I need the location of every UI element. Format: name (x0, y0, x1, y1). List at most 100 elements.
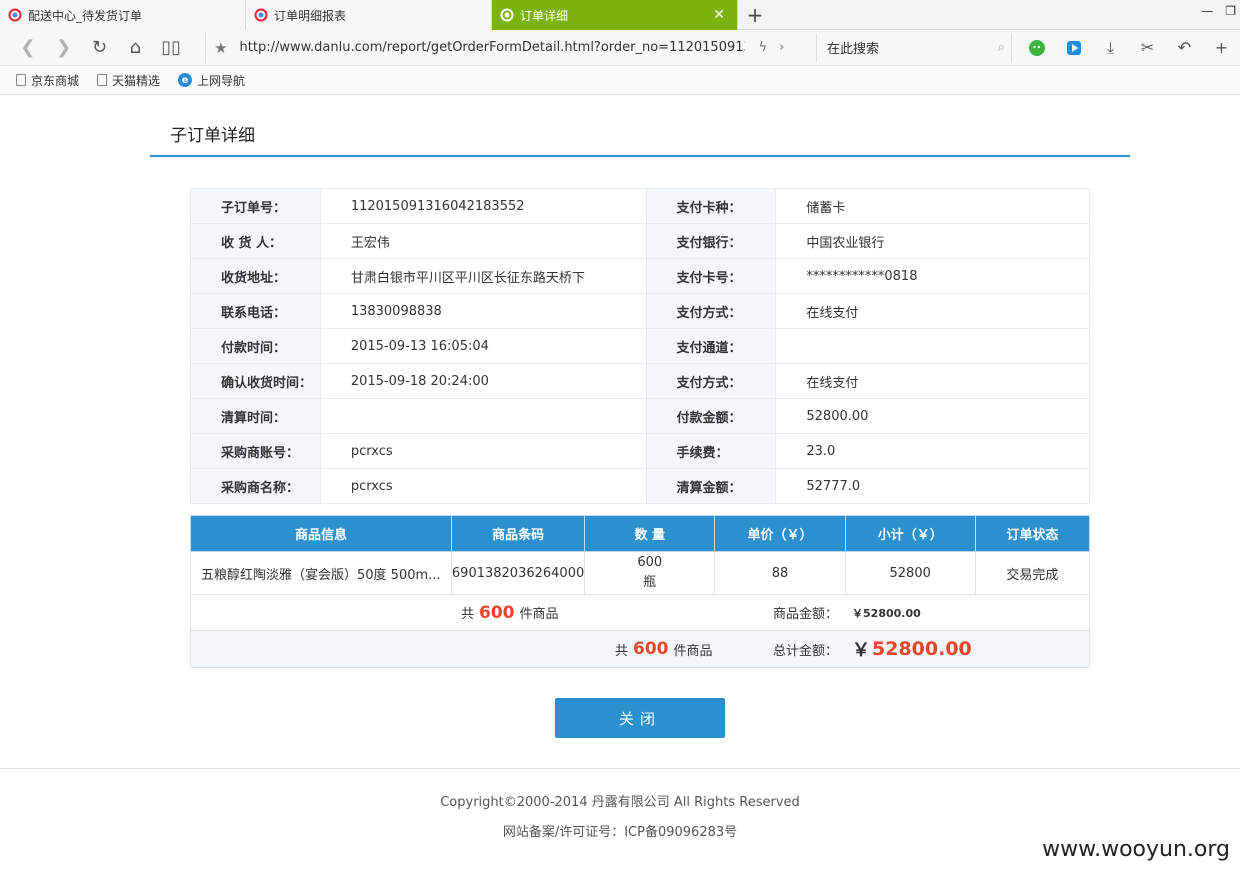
back-icon[interactable]: ❮ (10, 33, 46, 63)
info-label: 清算金额： (645, 468, 777, 504)
tab-pending-orders[interactable]: 配送中心_待发货订单 (0, 0, 246, 30)
watermark: www.wooyun.org (1042, 837, 1230, 862)
col-header-qty: 数 量 (584, 515, 716, 552)
bookmark-tmall[interactable]: 天猫精选 (97, 72, 160, 89)
info-value: 在线支付 (775, 363, 1090, 399)
ie-icon: e (178, 73, 193, 87)
site-logo-icon (8, 8, 22, 22)
col-header-barcode: 商品条码 (450, 515, 586, 552)
col-header-info: 商品信息 (190, 515, 452, 552)
info-label: 确认收货时间： (190, 363, 321, 399)
table-row: 收货地址： 甘肃白银市平川区平川区长征东路天桥下 支付卡号： ************… (190, 258, 1090, 294)
info-label: 支付通道： (645, 328, 777, 364)
reader-icon[interactable]: ▯▯ (153, 33, 189, 63)
info-value: 王宏伟 (319, 223, 647, 259)
tab-order-detail[interactable]: 订单详细 ✕ (492, 0, 738, 30)
reload-icon[interactable]: ↻ (82, 33, 118, 63)
info-value: pcrxcs (319, 468, 647, 504)
wechat-icon[interactable] (1018, 33, 1055, 63)
info-value: 在线支付 (775, 293, 1090, 329)
info-label: 联系电话： (190, 293, 321, 329)
tab-title: 配送中心_待发货订单 (28, 8, 143, 23)
info-value: 52777.0 (775, 468, 1090, 504)
info-value: 2015-09-13 16:05:04 (319, 328, 647, 364)
info-label: 采购商名称： (190, 468, 321, 504)
table-row: 确认收货时间： 2015-09-18 20:24:00 支付方式： 在线支付 (190, 363, 1090, 399)
info-label: 采购商账号： (190, 433, 321, 469)
bookmark-star-icon[interactable]: ★ (214, 39, 227, 57)
goods-amount-label: 商品金额： (773, 607, 839, 622)
info-value: ************0818 (775, 258, 1090, 294)
summary-prefix: 共 (461, 607, 475, 622)
total-summary-row: 共 600 件商品 总计金额： ￥ 52800.00 (190, 630, 1090, 668)
navigation-bar: ❮ ❯ ↻ ⌂ ▯▯ ★ http://www.danlu.com/report… (0, 30, 1240, 66)
toolbar: ⤓ ✂ ↶ + (1011, 32, 1240, 63)
search-icon[interactable]: ⌕ (998, 40, 1005, 55)
table-row: 采购商名称： pcrxcs 清算金额： 52777.0 (190, 468, 1090, 504)
col-header-price: 单价（￥） (714, 515, 846, 552)
info-label: 支付银行： (645, 223, 777, 259)
add-icon[interactable]: + (1203, 33, 1240, 63)
info-value: pcrxcs (319, 433, 647, 469)
download-icon[interactable]: ⤓ (1092, 33, 1129, 63)
info-label: 清算时间： (190, 398, 321, 434)
info-value: 储蓄卡 (775, 188, 1090, 224)
info-label: 收货地址： (190, 258, 321, 294)
minimize-icon[interactable]: — (1201, 4, 1213, 18)
order-status: 交易完成 (974, 551, 1091, 595)
bookmarks-bar: 京东商城 天猫精选 e 上网导航 (0, 66, 1240, 95)
forward-icon[interactable]: ❯ (46, 33, 82, 63)
search-box[interactable]: 在此搜索 ⌕ (815, 32, 1011, 63)
goods-summary-row: 共 600 件商品 商品金额： ￥52800.00 (190, 594, 1090, 631)
scissors-icon[interactable]: ✂ (1129, 33, 1166, 63)
site-logo-icon (254, 8, 268, 22)
lightning-icon[interactable]: ϟ (759, 40, 768, 55)
url-text[interactable]: http://www.danlu.com/report/getOrderForm… (240, 40, 745, 55)
col-header-subtotal: 小计（￥） (844, 515, 976, 552)
chevron-right-icon[interactable]: › (779, 40, 784, 55)
table-row: 联系电话： 13830098838 支付方式： 在线支付 (190, 293, 1090, 329)
window-controls: — ❐ (1201, 4, 1236, 18)
product-name[interactable]: 五粮醇红陶淡雅（宴会版）50度 500m... (190, 551, 452, 595)
bookmark-jd[interactable]: 京东商城 (16, 72, 79, 89)
table-row: 采购商账号： pcrxcs 手续费： 23.0 (190, 433, 1090, 469)
page-title: 子订单详细 (150, 121, 1130, 157)
info-label: 付款时间： (190, 328, 321, 364)
page-icon (16, 74, 26, 86)
product-quantity: 600 瓶 (584, 551, 716, 595)
tab-order-report[interactable]: 订单明细报表 (246, 0, 492, 30)
close-tab-icon[interactable]: ✕ (713, 7, 725, 23)
video-play-icon[interactable] (1055, 33, 1092, 63)
undo-icon[interactable]: ↶ (1166, 33, 1203, 63)
close-button[interactable]: 关闭 (555, 698, 725, 738)
item-count: 600 (479, 602, 515, 623)
goods-amount: ￥52800.00 (852, 606, 921, 620)
quantity-unit: 瓶 (643, 575, 657, 590)
home-icon[interactable]: ⌂ (117, 33, 153, 63)
restore-icon[interactable]: ❐ (1225, 4, 1236, 18)
currency-symbol: ￥ (852, 640, 871, 661)
tab-title: 订单详细 (520, 8, 569, 23)
table-row: 子订单号： 112015091316042183552 支付卡种： 储蓄卡 (190, 188, 1090, 224)
unit-price: 88 (714, 551, 846, 595)
tab-bar: 配送中心_待发货订单 订单明细报表 订单详细 ✕ + — ❐ (0, 0, 1240, 30)
address-bar[interactable]: ★ http://www.danlu.com/report/getOrderFo… (205, 32, 802, 63)
quantity-value: 600 (637, 555, 663, 570)
footer-divider (0, 768, 1240, 769)
summary-prefix: 共 (615, 643, 629, 659)
goods-header-row: 商品信息 商品条码 数 量 单价（￥） 小计（￥） 订单状态 (190, 515, 1091, 552)
total-item-count: 600 (633, 639, 669, 659)
info-label: 支付卡种： (645, 188, 777, 224)
info-value: 2015-09-18 20:24:00 (319, 363, 647, 399)
info-label: 子订单号： (190, 188, 321, 224)
bookmark-nav[interactable]: e 上网导航 (178, 72, 245, 89)
new-tab-button[interactable]: + (738, 0, 772, 30)
product-barcode: 6901382036264000 (450, 551, 586, 595)
total-amount-label: 总计金额： (773, 643, 839, 659)
summary-suffix: 件商品 (673, 643, 713, 659)
table-row: 五粮醇红陶淡雅（宴会版）50度 500m... 6901382036264000… (190, 551, 1091, 595)
info-value: 112015091316042183552 (319, 188, 647, 224)
info-label: 付款金额： (645, 398, 777, 434)
info-value: 13830098838 (319, 293, 647, 329)
info-label: 收 货 人： (190, 223, 321, 259)
